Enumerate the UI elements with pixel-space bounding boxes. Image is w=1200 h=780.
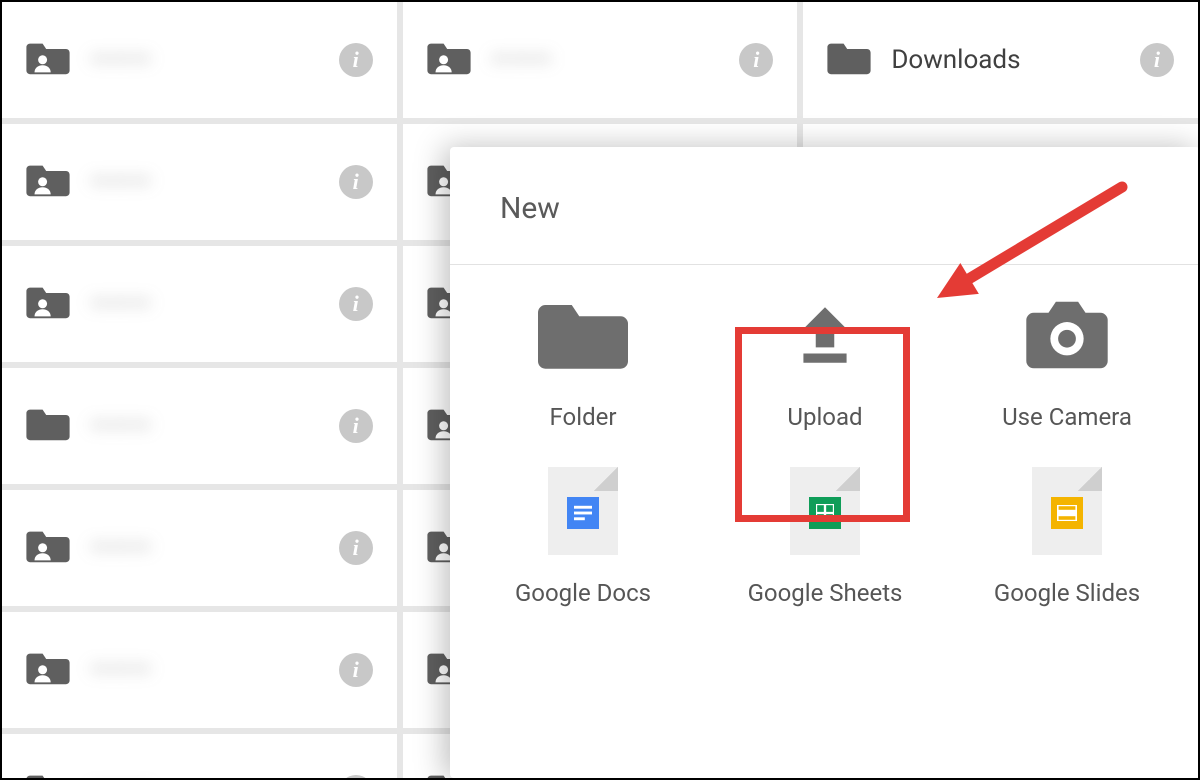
folder-icon — [538, 295, 628, 375]
info-icon[interactable]: i — [1140, 43, 1174, 77]
folder-cell[interactable]: ——— i — [2, 368, 397, 484]
option-label: Upload — [787, 403, 862, 431]
shared-folder-icon — [427, 40, 471, 80]
new-popup: New Folder Upload Use Camera Google Docs… — [450, 147, 1200, 778]
sheets-icon — [780, 471, 870, 551]
info-icon[interactable]: i — [339, 165, 373, 199]
folder-cell[interactable]: ——— i — [2, 246, 397, 362]
option-label: Google Slides — [994, 579, 1140, 607]
folder-name: ——— — [90, 655, 151, 685]
folder-name: ——— — [90, 45, 151, 75]
slides-icon — [1022, 471, 1112, 551]
upload-icon — [780, 295, 870, 375]
new-option-folder[interactable]: Folder — [462, 295, 704, 431]
folder-name: ——— — [491, 45, 552, 75]
shared-folder-icon — [26, 40, 70, 80]
info-icon[interactable]: i — [339, 287, 373, 321]
shared-folder-icon — [26, 528, 70, 568]
new-option-docs[interactable]: Google Docs — [462, 471, 704, 607]
shared-folder-icon — [26, 162, 70, 202]
folder-cell[interactable]: Downloads i — [803, 2, 1198, 118]
info-icon[interactable]: i — [339, 43, 373, 77]
app-frame: ——— i ——— i Downloads i ——— i ——— — [0, 0, 1200, 780]
new-option-slides[interactable]: Google Slides — [946, 471, 1188, 607]
folder-icon — [26, 406, 70, 446]
camera-icon — [1022, 295, 1112, 375]
info-icon[interactable]: i — [339, 409, 373, 443]
popup-options-grid: Folder Upload Use Camera Google Docs Goo… — [450, 265, 1200, 607]
info-icon[interactable]: i — [339, 653, 373, 687]
folder-cell[interactable]: ——— i — [2, 124, 397, 240]
folder-cell[interactable]: ——— i — [403, 2, 798, 118]
folder-cell[interactable]: ——— i — [2, 490, 397, 606]
folder-cell[interactable]: ——— i — [2, 612, 397, 728]
shared-folder-icon — [26, 650, 70, 690]
folder-name: ——— — [90, 533, 151, 563]
option-label: Google Docs — [515, 579, 651, 607]
folder-name: ——— — [90, 411, 151, 441]
shared-folder-icon — [26, 284, 70, 324]
new-option-camera[interactable]: Use Camera — [946, 295, 1188, 431]
new-option-upload[interactable]: Upload — [704, 295, 946, 431]
info-icon[interactable]: i — [339, 531, 373, 565]
popup-title: New — [450, 147, 1200, 265]
folder-name: ——— — [90, 289, 151, 319]
option-label: Folder — [550, 403, 617, 431]
docs-icon — [538, 471, 628, 551]
option-label: Use Camera — [1002, 403, 1132, 431]
folder-name: ——— — [90, 167, 151, 197]
info-icon[interactable]: i — [739, 43, 773, 77]
folder-cell[interactable]: ——— i — [2, 734, 397, 780]
folder-cell[interactable]: ——— i — [2, 2, 397, 118]
folder-icon — [827, 40, 871, 80]
shared-folder-icon — [26, 772, 70, 780]
folder-name: Downloads — [891, 45, 1020, 75]
info-icon[interactable]: i — [339, 775, 373, 780]
option-label: Google Sheets — [748, 579, 903, 607]
new-option-sheets[interactable]: Google Sheets — [704, 471, 946, 607]
